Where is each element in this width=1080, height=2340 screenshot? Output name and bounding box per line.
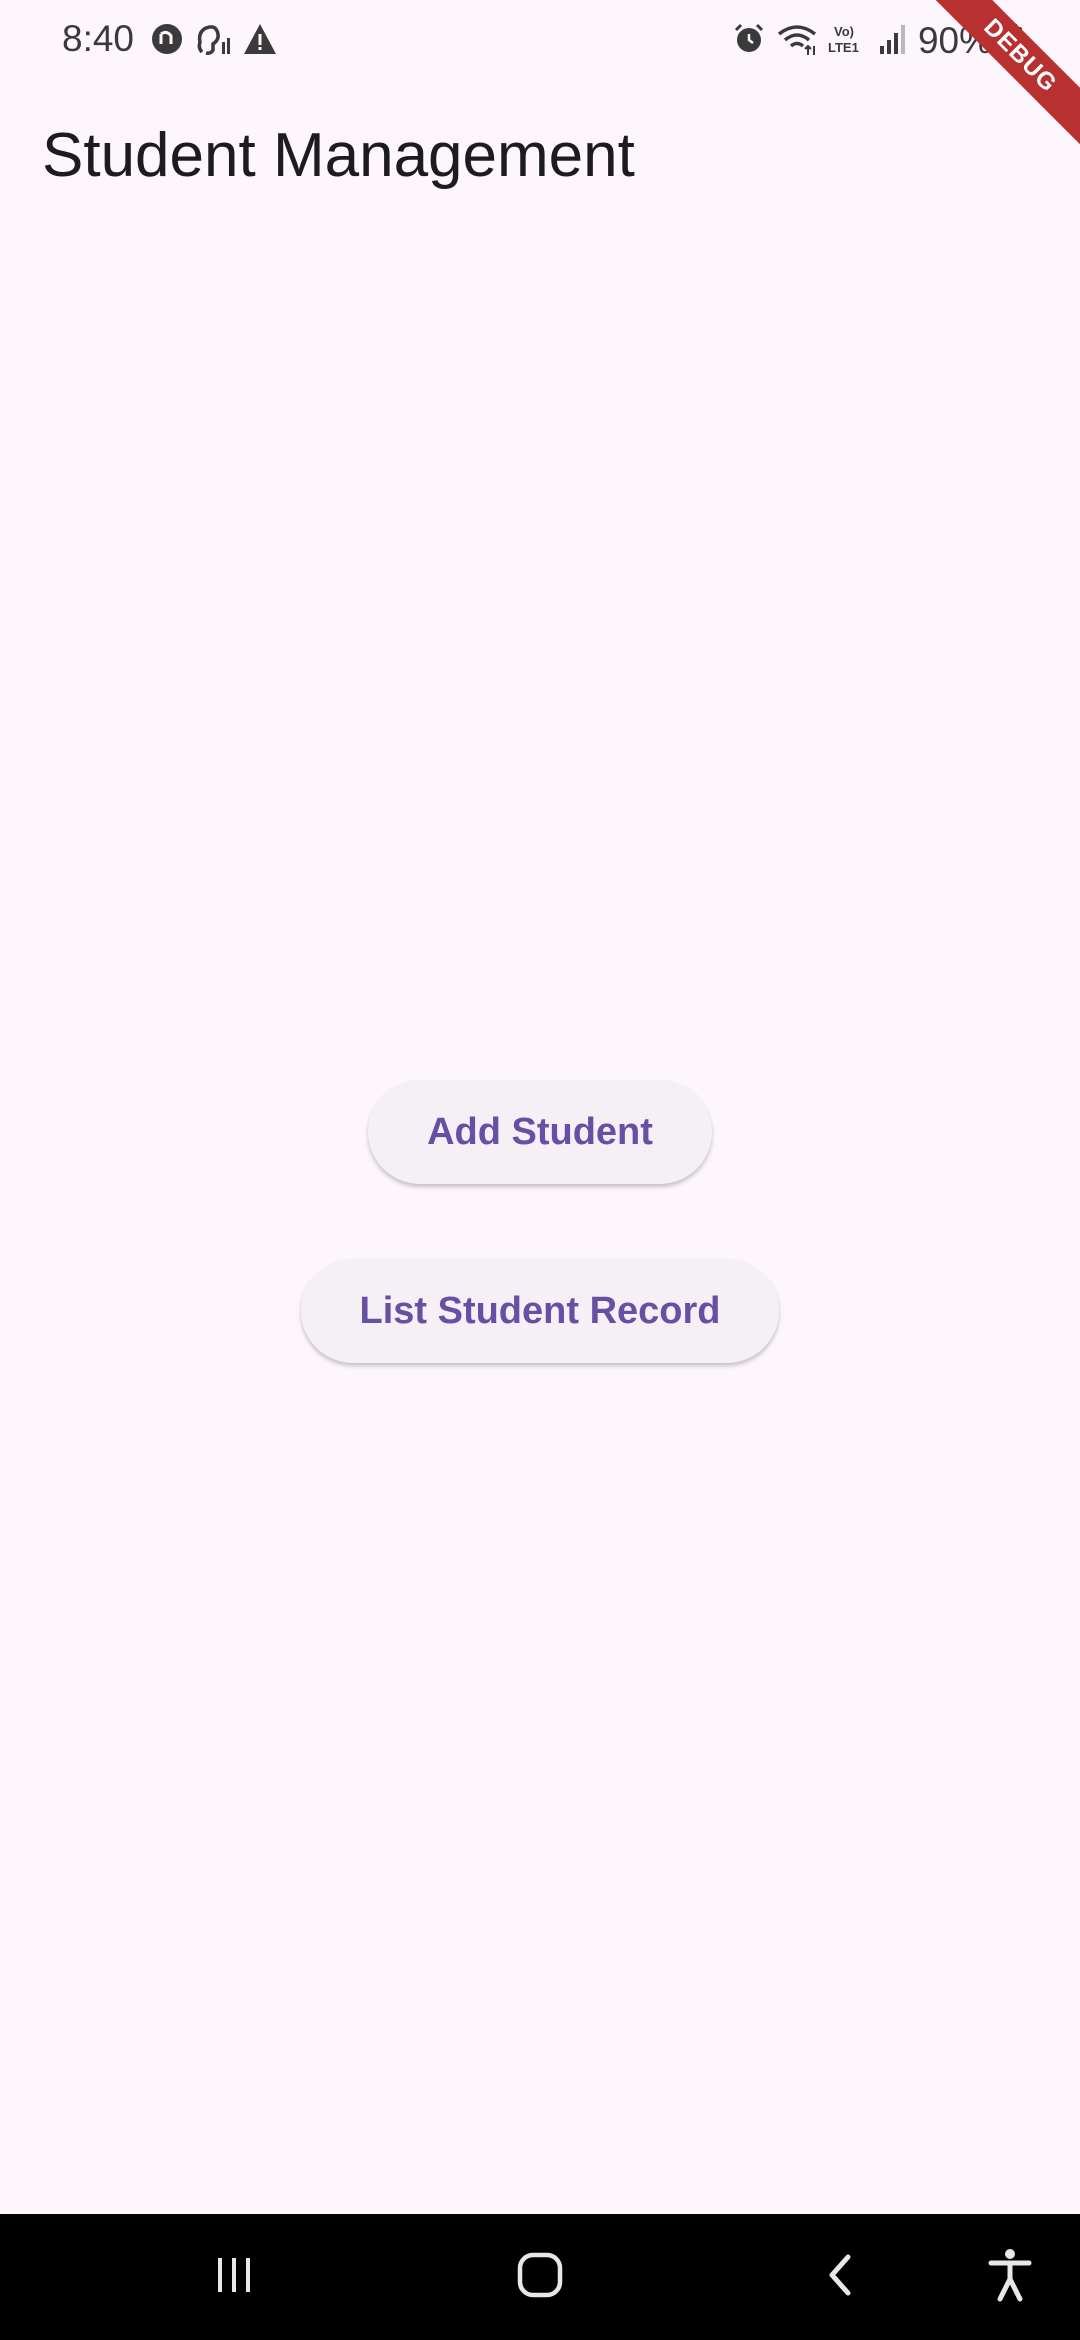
home-button[interactable]: [490, 2214, 590, 2340]
svg-text:Vo): Vo): [834, 24, 854, 39]
status-time: 8:40: [62, 18, 135, 59]
accessibility-icon: [987, 2247, 1033, 2308]
back-icon: [820, 2249, 860, 2306]
back-button[interactable]: [800, 2214, 880, 2340]
recents-icon: [212, 2252, 258, 2303]
hearing-icon: [194, 22, 232, 61]
alarm-icon: [732, 22, 766, 61]
list-student-record-button[interactable]: List Student Record: [301, 1259, 779, 1363]
signal-icon: [878, 22, 908, 61]
recents-button[interactable]: [190, 2214, 280, 2340]
accessibility-button[interactable]: [970, 2214, 1050, 2340]
svg-text:LTE1: LTE1: [828, 40, 859, 55]
add-student-button[interactable]: Add Student: [368, 1080, 712, 1184]
warning-icon: [242, 22, 278, 61]
sync-icon: [150, 22, 184, 61]
volte-icon: Vo) LTE1: [828, 22, 868, 61]
system-navigation-bar: [0, 2214, 1080, 2340]
wifi-icon: [776, 22, 818, 61]
page-title: Student Management: [42, 121, 635, 190]
home-icon: [514, 2249, 566, 2306]
status-left-icons: [150, 22, 278, 61]
status-bar: 8:40 Vo) LTE1 90%: [0, 0, 1080, 84]
